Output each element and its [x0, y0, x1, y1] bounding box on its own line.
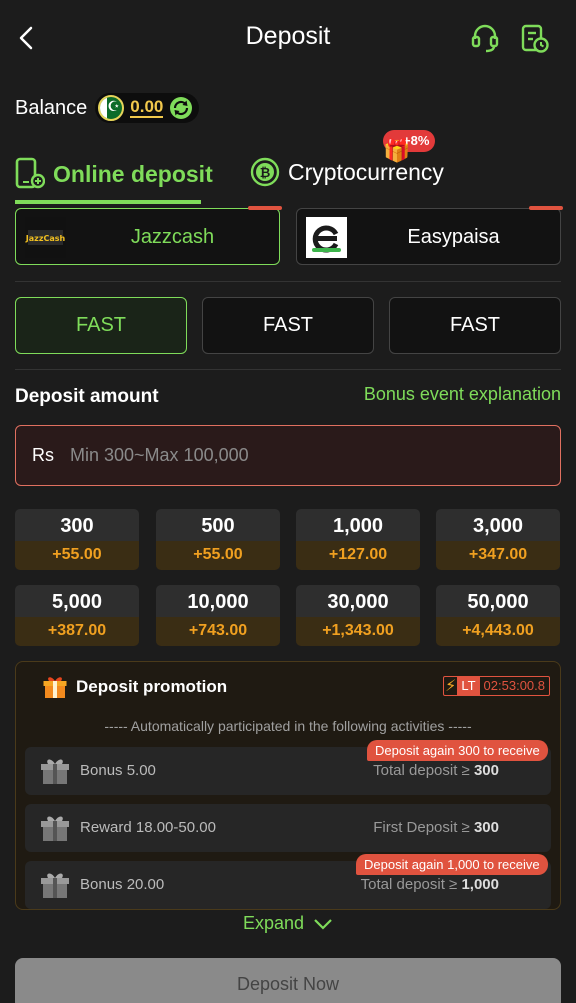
- amount-option[interactable]: 1,000 +127.00: [296, 509, 420, 570]
- amount-bonus: +1,343.00: [296, 617, 420, 646]
- divider: [15, 281, 561, 282]
- amount-bonus: +387.00: [15, 617, 139, 646]
- deposit-amount-heading: Deposit amount: [15, 386, 159, 407]
- header: Deposit: [0, 0, 576, 78]
- promotion-activity[interactable]: Reward 18.00-50.00 First Deposit ≥ 300: [25, 804, 551, 852]
- activity-condition: First Deposit ≥ 300: [373, 819, 499, 836]
- amount-bonus: +55.00: [15, 541, 139, 570]
- auto-participation-note: ----- Automatically participated in the …: [104, 718, 472, 734]
- amount-option[interactable]: 500 +55.00: [156, 509, 280, 570]
- active-tab-indicator: [15, 200, 201, 204]
- pakistan-flag-icon: [98, 95, 125, 121]
- deposit-now-button[interactable]: Deposit Now: [15, 958, 561, 1003]
- amount-value: 30,000: [296, 585, 420, 617]
- jazzcash-logo: JazzCash: [25, 217, 66, 258]
- amount-value: 10,000: [156, 585, 280, 617]
- easypaisa-logo: [306, 217, 347, 258]
- tab-cryptocurrency-label: Cryptocurrency: [288, 158, 444, 185]
- tab-online-deposit-label: Online deposit: [53, 160, 213, 187]
- amount-value: 50,000: [436, 585, 560, 617]
- channel-fast-2[interactable]: FAST: [202, 297, 374, 354]
- method-jazzcash[interactable]: JazzCash Jazzcash: [15, 206, 282, 265]
- method-corner-tag: [248, 206, 282, 210]
- amount-bonus: +127.00: [296, 541, 420, 570]
- expand-label: Expand: [242, 913, 305, 933]
- balance-label: Balance: [15, 96, 88, 119]
- amount-value: 5,000: [15, 585, 139, 617]
- currency-label: Rs: [32, 445, 54, 465]
- bitcoin-icon: ₿: [250, 157, 280, 187]
- amount-value: 300: [15, 509, 139, 541]
- timer-countdown: 02:53:00.8: [483, 678, 545, 693]
- promotion-title: Deposit promotion: [42, 674, 227, 700]
- method-jazzcash-label: Jazzcash: [130, 226, 215, 248]
- activity-condition: Total deposit ≥ 300: [373, 762, 499, 779]
- amount-bonus: +743.00: [156, 617, 280, 646]
- gift-icon: [41, 873, 69, 898]
- amount-value: 1,000: [296, 509, 420, 541]
- amount-value: 3,000: [436, 509, 560, 541]
- activity-tip: Deposit again 1,000 to receive: [356, 854, 548, 875]
- bonus-event-explanation-link[interactable]: Bonus event explanation: [364, 384, 561, 405]
- deposit-promotion-panel: Deposit promotion ⚡ LT 02:53:00.8 ----- …: [15, 661, 561, 910]
- phone-deposit-icon: [15, 157, 45, 189]
- svg-text:₿: ₿: [260, 166, 271, 181]
- amount-option[interactable]: 3,000 +347.00: [436, 509, 560, 570]
- amount-bonus: +55.00: [156, 541, 280, 570]
- activity-name: Bonus 20.00: [80, 876, 165, 893]
- gift-icon: [41, 816, 69, 841]
- activity-condition: Total deposit ≥ 1,000: [360, 876, 499, 893]
- svg-text:JazzCash: JazzCash: [25, 234, 66, 243]
- amount-field[interactable]: Rs: [15, 425, 561, 486]
- divider: [15, 369, 561, 370]
- method-easypaisa-label: Easypaisa: [407, 226, 500, 248]
- balance-pill: 0.00: [95, 93, 200, 123]
- deposit-history-icon[interactable]: [520, 22, 550, 54]
- activity-name: Reward 18.00-50.00: [80, 819, 216, 836]
- amount-input[interactable]: [70, 445, 490, 466]
- balance-amount: 0.00: [130, 97, 164, 118]
- amount-option[interactable]: 50,000 +4,443.00: [436, 585, 560, 646]
- promotion-title-text: Deposit promotion: [76, 677, 228, 696]
- tab-online-deposit[interactable]: Online deposit: [15, 157, 213, 191]
- amount-value: 500: [156, 509, 280, 541]
- gift-icon: [41, 759, 69, 784]
- gift-icon: 🎁: [383, 138, 411, 163]
- activity-tip: Deposit again 300 to receive: [367, 740, 548, 761]
- channel-fast-1[interactable]: FAST: [15, 297, 187, 354]
- customer-service-icon[interactable]: [470, 22, 500, 54]
- amount-bonus: +347.00: [436, 541, 560, 570]
- chevron-down-icon: [314, 919, 332, 930]
- gift-box-icon: [43, 677, 67, 698]
- tab-cryptocurrency[interactable]: ₿ Cryptocurrency: [250, 157, 444, 187]
- amount-option[interactable]: 300 +55.00: [15, 509, 139, 570]
- lightning-icon: ⚡: [445, 678, 457, 695]
- balance-row: Balance 0.00: [15, 93, 200, 123]
- amount-option[interactable]: 5,000 +387.00: [15, 585, 139, 646]
- expand-button[interactable]: Expand: [0, 913, 576, 934]
- refresh-icon[interactable]: [169, 96, 193, 120]
- amount-bonus: +4,443.00: [436, 617, 560, 646]
- method-corner-tag: [529, 206, 563, 210]
- deposit-type-tabs: Online deposit ₿ Cryptocurrency: [0, 145, 576, 207]
- timer-label: LT: [457, 677, 480, 695]
- activity-name: Bonus 5.00: [80, 762, 156, 779]
- method-easypaisa[interactable]: Easypaisa: [296, 206, 563, 265]
- amount-option[interactable]: 10,000 +743.00: [156, 585, 280, 646]
- channel-fast-3[interactable]: FAST: [389, 297, 561, 354]
- amount-option[interactable]: 30,000 +1,343.00: [296, 585, 420, 646]
- promotion-timer: ⚡ LT 02:53:00.8: [443, 676, 550, 696]
